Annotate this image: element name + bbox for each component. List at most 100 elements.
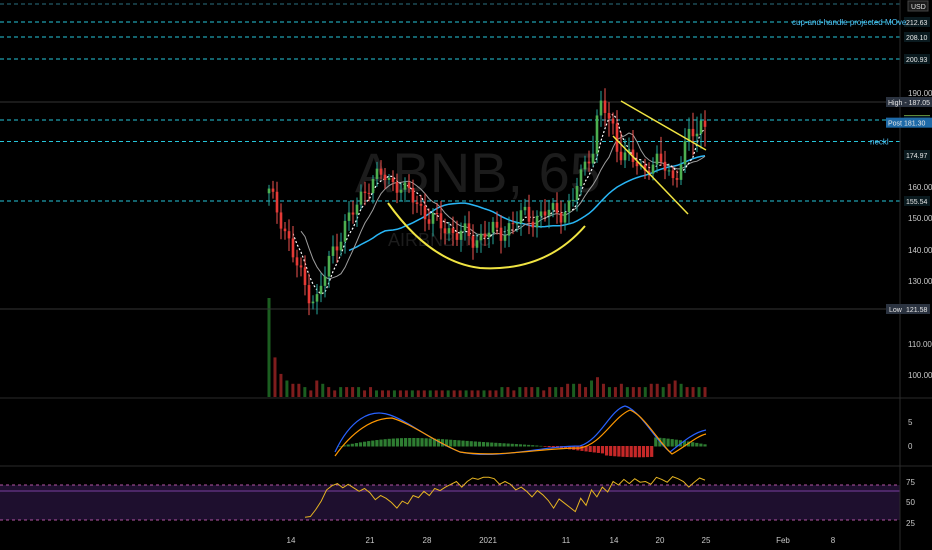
- candle-body: [383, 174, 387, 180]
- macd-hist-bar: [420, 438, 424, 447]
- rsi-tick-50: 50: [906, 498, 915, 507]
- price-label-8: 155.54: [906, 199, 928, 206]
- volume-bar: [506, 387, 510, 397]
- volume-bar: [386, 390, 390, 397]
- candle-body: [375, 168, 379, 179]
- candle-body: [551, 203, 555, 210]
- date-label-3: 2021: [479, 536, 497, 545]
- macd-tick-5: 5: [908, 418, 913, 427]
- candle-body: [503, 235, 507, 241]
- volume-bar: [363, 390, 367, 397]
- candle-body: [339, 241, 343, 251]
- macd-hist-bar: [449, 439, 453, 447]
- volume-bar: [416, 390, 420, 397]
- candle-body: [451, 228, 455, 234]
- rsi-tick-75: 75: [906, 478, 915, 487]
- macd-hist-bar: [428, 438, 432, 447]
- candle-body: [483, 233, 487, 238]
- volume-bar: [410, 390, 414, 397]
- rsi-band: [0, 485, 900, 520]
- price-label-6: Post 181.30: [888, 121, 925, 128]
- candle-body: [319, 285, 323, 295]
- volume-bar: [279, 373, 283, 397]
- candle-body: [435, 212, 439, 214]
- date-label-0: 14: [287, 536, 296, 545]
- candle-body: [307, 285, 311, 304]
- macd-hist-bar: [613, 446, 617, 457]
- volume-bar: [380, 390, 384, 397]
- candle-body: [267, 188, 271, 194]
- candle-body: [395, 182, 399, 193]
- candle-body: [547, 209, 551, 216]
- macd-hist-bar: [358, 442, 363, 447]
- price-label-1: 208.10: [906, 35, 928, 42]
- volume-bar: [321, 383, 325, 397]
- price-tick-0: 100.00: [908, 371, 932, 380]
- volume-bar: [584, 387, 588, 397]
- date-label-5: 14: [610, 536, 619, 545]
- candle-body: [471, 236, 475, 248]
- volume-bar: [548, 387, 552, 397]
- volume-bar: [631, 387, 635, 397]
- volume-bar: [649, 383, 653, 397]
- candle-body: [539, 211, 543, 217]
- volume-bar: [524, 387, 528, 397]
- macd-hist-bar: [502, 443, 506, 447]
- candle-body: [287, 231, 291, 239]
- macd-hist-bar: [650, 446, 654, 457]
- candle-body: [419, 203, 423, 206]
- macd-hist-bar: [457, 440, 461, 447]
- volume-bar: [476, 390, 480, 397]
- candle-body: [555, 203, 559, 213]
- macd-hist-bar: [592, 446, 596, 453]
- candle-body: [487, 232, 491, 238]
- candle-body: [427, 219, 431, 224]
- candle-body: [355, 204, 359, 215]
- annotation-1: neckl: [870, 138, 889, 147]
- macd-hist-bar: [522, 444, 527, 447]
- macd-hist-bar: [346, 444, 350, 447]
- candle-body: [679, 164, 683, 180]
- candle-body: [651, 164, 655, 174]
- candle-body: [583, 161, 587, 170]
- volume-bar: [369, 387, 373, 397]
- candle-body: [675, 178, 679, 180]
- candle-body: [531, 221, 535, 228]
- candle-body: [275, 191, 279, 213]
- macd-hist-bar: [617, 446, 621, 457]
- candle-body: [431, 212, 435, 224]
- candle-body: [443, 228, 447, 234]
- candle-body: [415, 202, 419, 204]
- volume-bar: [452, 390, 456, 397]
- volume-bar: [458, 390, 462, 397]
- volume-bar: [512, 390, 516, 397]
- volume-bar: [446, 390, 450, 397]
- macd-hist-bar: [527, 444, 531, 447]
- volume-bar: [351, 387, 355, 397]
- macd-hist-bar: [486, 442, 490, 447]
- candle-body: [439, 213, 443, 229]
- macd-hist-bar: [645, 446, 650, 458]
- candle-body: [655, 153, 659, 165]
- volume-bar: [297, 383, 301, 397]
- candle-body: [379, 168, 383, 175]
- candle-body: [311, 301, 315, 304]
- macd-hist-bar: [604, 446, 609, 456]
- date-label-1: 21: [366, 536, 375, 545]
- volume-bar: [357, 387, 361, 397]
- candle-body: [271, 188, 275, 192]
- currency-text: USD: [911, 4, 926, 11]
- candle-body: [563, 211, 567, 223]
- candle-body: [591, 153, 595, 164]
- chart-root: ABNB, 65 AIRBNB INC 5 0 75 50 25 100.001…: [0, 0, 932, 550]
- price-tick-6: 190.00: [908, 89, 932, 98]
- volume-bar: [566, 383, 570, 397]
- macd-hist-bar: [621, 446, 625, 457]
- volume-bar: [691, 387, 695, 397]
- macd-hist-bar: [391, 438, 395, 447]
- macd-hist-bar: [629, 446, 633, 458]
- candle-body: [323, 276, 327, 286]
- volume-bar: [578, 383, 582, 397]
- macd-hist-bar: [477, 441, 482, 447]
- volume-bar: [434, 390, 438, 397]
